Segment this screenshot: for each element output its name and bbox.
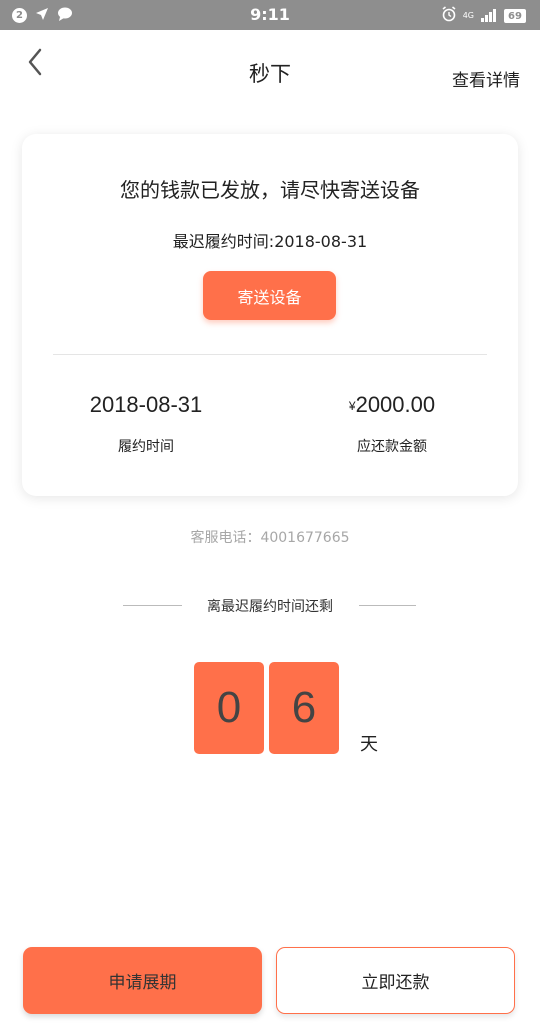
performance-date-label: 履约时间	[118, 439, 174, 455]
countdown-unit: 天	[360, 734, 378, 755]
countdown-divider-right	[359, 605, 416, 606]
status-bar: 2 9:11 4G 69	[0, 0, 540, 30]
app-header: 秒下 查看详情	[0, 30, 540, 110]
network-type-label: 4G	[462, 11, 474, 20]
countdown-digit: 0	[194, 662, 264, 754]
send-device-button[interactable]: 寄送设备	[203, 271, 336, 320]
view-details-link[interactable]: 查看详情	[452, 66, 520, 91]
battery-level: 69	[504, 9, 526, 23]
disbursement-card: 您的钱款已发放，请尽快寄送设备 最迟履约时间:2018-08-31 寄送设备 2…	[22, 134, 518, 496]
amount-number: 2000.00	[355, 392, 436, 417]
countdown-digit: 6	[269, 662, 339, 754]
currency-symbol: ¥	[348, 399, 356, 413]
performance-date-stat: 2018-08-31 履约时间	[46, 392, 246, 456]
deadline-text: 最迟履约时间:2018-08-31	[172, 232, 368, 251]
card-divider	[53, 354, 487, 355]
repayment-amount-label: 应还款金额	[357, 439, 427, 455]
performance-date-value: 2018-08-31	[89, 392, 203, 417]
disbursement-message: 您的钱款已发放，请尽快寄送设备	[120, 178, 420, 202]
repay-now-button[interactable]: 立即还款	[276, 947, 515, 1014]
alarm-clock-icon	[441, 6, 457, 26]
apply-extension-button[interactable]: 申请展期	[23, 947, 262, 1014]
status-right-icons: 4G 69	[441, 6, 526, 26]
customer-service-phone[interactable]: 客服电话：4001677665	[0, 527, 540, 547]
repayment-amount-value: ¥2000.00	[292, 392, 492, 418]
countdown-title: 离最迟履约时间还剩	[207, 599, 333, 615]
countdown-title-row: 离最迟履约时间还剩	[0, 596, 540, 616]
repayment-amount-stat: ¥2000.00 应还款金额	[292, 392, 492, 456]
signal-strength-icon	[480, 7, 498, 26]
